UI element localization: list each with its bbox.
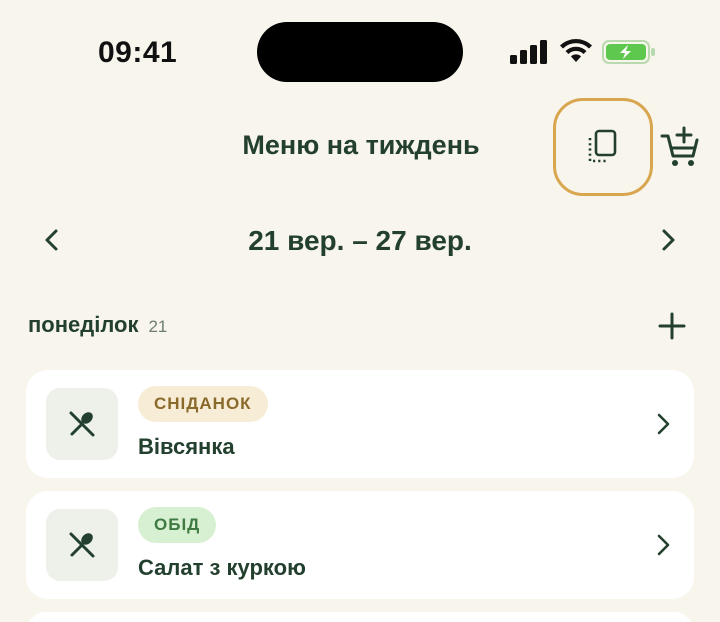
meal-type-badge: ОБІД: [138, 507, 217, 543]
cellular-signal-icon: [510, 40, 547, 64]
day-name: понеділок: [28, 312, 139, 337]
wifi-icon: [560, 39, 592, 62]
meal-type-badge: СНІДАНОК: [138, 386, 268, 422]
chevron-right-icon[interactable]: [656, 227, 680, 253]
day-header: понеділок 21: [28, 312, 692, 348]
week-navigator: 21 вер. – 27 вер.: [0, 215, 720, 265]
utensils-icon: [69, 411, 95, 437]
meal-thumbnail: [46, 388, 118, 460]
status-time: 09:41: [98, 36, 178, 69]
week-range-label: 21 вер. – 27 вер.: [248, 225, 472, 256]
copy-week-icon: [588, 129, 617, 163]
meal-thumbnail: [46, 509, 118, 581]
copy-week-button[interactable]: [553, 98, 653, 196]
utensils-icon: [69, 532, 95, 558]
plus-icon[interactable]: [656, 310, 688, 342]
status-bar: 09:41: [0, 0, 720, 100]
meal-card-lunch[interactable]: ОБІД Салат з куркою: [26, 491, 694, 599]
chevron-right-icon: [657, 534, 670, 556]
meal-card-breakfast[interactable]: СНІДАНОК Вівсянка: [26, 370, 694, 478]
meal-name: Салат з куркою: [138, 555, 306, 580]
add-to-cart-icon[interactable]: [660, 126, 700, 168]
battery-charging-icon: [602, 40, 655, 64]
dynamic-island: [257, 22, 463, 82]
meal-card-partial[interactable]: [26, 612, 694, 622]
chevron-right-icon: [657, 413, 670, 435]
meal-name: Вівсянка: [138, 434, 235, 459]
day-number: 21: [148, 317, 168, 336]
